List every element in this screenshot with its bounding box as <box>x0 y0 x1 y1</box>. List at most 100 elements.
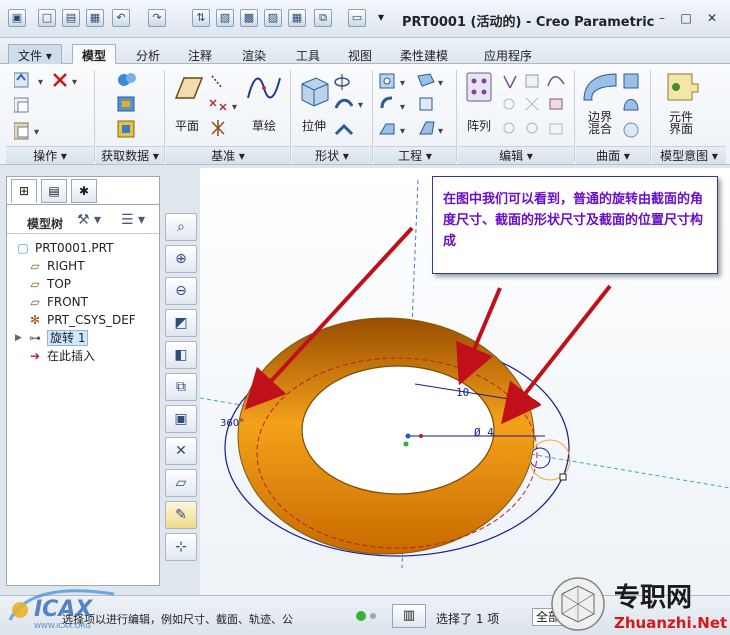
datum-group[interactable]: 基准 ▾ <box>166 146 290 164</box>
tab-render[interactable]: 渲染 <box>232 44 276 64</box>
dim-diameter[interactable]: Ø 4 <box>474 426 494 439</box>
folder-icon[interactable]: ▭ <box>348 9 366 27</box>
selection-count: 选择了 1 项 <box>436 612 500 626</box>
view-manager-icon[interactable]: ▣ <box>165 405 197 433</box>
engineering-group[interactable]: 工程 ▾ <box>374 146 456 164</box>
settings-icon[interactable]: ▨ <box>264 9 282 27</box>
editing-group[interactable]: 编辑 ▾ <box>458 146 574 164</box>
close-button[interactable]: ✕ <box>702 10 722 26</box>
boundary-blend-button[interactable]: 边界 混合 <box>578 70 622 135</box>
dim-angle[interactable]: 360° <box>220 418 244 429</box>
display-style-icon[interactable]: ◧ <box>165 341 197 369</box>
tree-item-csys[interactable]: ✻ PRT_CSYS_DEF <box>27 311 136 329</box>
tree-item-revolve[interactable]: ⊶ 旋转 1 <box>27 329 89 347</box>
redo-icon[interactable]: ↷ <box>148 9 166 27</box>
extend-icon <box>525 74 539 88</box>
svg-text:▾: ▾ <box>438 78 443 89</box>
views-icon[interactable]: ⧉ <box>314 9 332 27</box>
operations-tools[interactable]: ▾ ▾ ▾ <box>14 71 86 141</box>
svg-text:▾: ▾ <box>72 77 77 88</box>
dim-position[interactable]: 10 <box>456 386 469 399</box>
tab-view[interactable]: 视图 <box>338 44 382 64</box>
zoom-out-icon[interactable]: ⊖ <box>165 277 197 305</box>
favorites-tab[interactable]: ✱ <box>71 179 97 203</box>
datum-planes-display-icon[interactable]: ▱ <box>165 469 197 497</box>
folder-browser-tab[interactable]: ▤ <box>41 179 67 203</box>
customize-dropdown-icon[interactable]: ▾ <box>378 10 384 24</box>
undo-icon[interactable]: ↶ <box>112 9 130 27</box>
tree-item-right[interactable]: ▱ RIGHT <box>27 257 84 275</box>
get-data-tools[interactable] <box>116 71 140 141</box>
navigator-panel: ⊞ ▤ ✱ 模型树 ⚒ ▾ ☰ ▾ ▢ PRT0001.PRT ▱ RIGHT ▱ T… <box>6 176 160 586</box>
model-intent-group[interactable]: 模型意图 ▾ <box>652 146 726 164</box>
refit-icon[interactable]: ⌕ <box>165 213 197 241</box>
draft-icon <box>419 121 435 135</box>
window-title: PRT0001 (活动的) - Creo Parametric <box>402 15 655 30</box>
tab-tools[interactable]: 工具 <box>286 44 330 64</box>
freestyle-icon <box>623 122 639 138</box>
tree-item-front[interactable]: ▱ FRONT <box>27 293 88 311</box>
chamfer-icon <box>379 123 395 135</box>
surfaces-group[interactable]: 曲面 ▾ <box>576 146 650 164</box>
minimize-button[interactable]: – <box>652 10 672 26</box>
datum-plane-icon: ▱ <box>30 277 40 291</box>
tab-file[interactable]: 文件 ▾ <box>8 44 62 64</box>
spin-center-icon[interactable]: ⊹ <box>165 533 197 561</box>
model-tree-tab[interactable]: ⊞ <box>11 179 37 203</box>
menu-tabs: 文件 ▾ 模型 分析 注释 渲染 工具 视图 柔性建模 应用程序 ⌃ ⚲ ◉ ▾… <box>0 38 730 97</box>
annotation-display-icon[interactable]: ✎ <box>165 501 197 529</box>
part-icon: ▢ <box>17 241 29 255</box>
regenerate-icon[interactable]: ⇅ <box>192 9 210 27</box>
tab-model[interactable]: 模型 <box>72 44 117 64</box>
origin-point <box>403 441 409 447</box>
tab-flexible-modeling[interactable]: 柔性建模 <box>390 44 458 64</box>
close-window-icon[interactable]: ▩ <box>240 9 258 27</box>
windows-icon[interactable]: ▧ <box>216 9 234 27</box>
delete-icon <box>53 73 67 87</box>
graphics-toolbar: ⌕ ⊕ ⊖ ◩ ◧ ⧉ ▣ ✕ ▱ ✎ ⊹ <box>165 205 199 561</box>
expand-arrow-icon[interactable]: ▶ <box>15 333 22 343</box>
surface-tools[interactable] <box>622 72 644 140</box>
status-light-icon <box>356 611 366 621</box>
tree-item-insert-here[interactable]: ➔ 在此插入 <box>27 347 95 365</box>
plane-button[interactable]: 平面 <box>168 70 206 134</box>
tree-settings-icon[interactable]: ⚒ ▾ <box>77 212 101 228</box>
svg-text:▾: ▾ <box>438 126 443 137</box>
drag-handle[interactable] <box>559 473 567 481</box>
shape-tools[interactable]: ▾ <box>334 72 370 140</box>
restore-button[interactable]: □ <box>676 10 696 26</box>
saved-views-icon[interactable]: ⧉ <box>165 373 197 401</box>
sketch-button[interactable]: 草绘 <box>244 70 284 134</box>
hole-icon <box>379 73 395 89</box>
regenerate-icon <box>14 72 29 88</box>
svg-text:▾: ▾ <box>400 78 405 89</box>
extrude-button[interactable]: 拉伸 <box>294 70 334 134</box>
save-icon[interactable]: ▦ <box>86 9 104 27</box>
plane-label: 平面 <box>174 119 199 133</box>
component-interface-button[interactable]: 元件 界面 <box>656 70 706 135</box>
repaint-icon[interactable]: ◩ <box>165 309 197 337</box>
get-data-group[interactable]: 获取数据 ▾ <box>96 146 164 164</box>
zoom-in-icon[interactable]: ⊕ <box>165 245 197 273</box>
datum-tools[interactable]: ▾ <box>208 72 242 140</box>
open-folder-icon[interactable]: ▤ <box>62 9 80 27</box>
tab-analysis[interactable]: 分析 <box>126 44 170 64</box>
offset-icon <box>547 76 565 87</box>
new-file-icon[interactable]: □ <box>38 9 56 27</box>
tree-item-top[interactable]: ▱ TOP <box>27 275 71 293</box>
tab-applications[interactable]: 应用程序 <box>474 44 542 64</box>
tab-annotate[interactable]: 注释 <box>178 44 222 64</box>
datum-display-icon[interactable]: ✕ <box>165 437 197 465</box>
csys-icon <box>211 120 225 136</box>
pattern-button[interactable]: 阵列 <box>462 70 496 134</box>
center-point <box>419 434 423 438</box>
tree-item-part[interactable]: ▢ PRT0001.PRT <box>15 239 113 257</box>
tree-columns-icon[interactable]: ☰ ▾ <box>121 212 145 228</box>
engineering-tools[interactable]: ▾ ▾ ▾ ▾ ▾ <box>378 72 452 140</box>
display-icon[interactable]: ▦ <box>288 9 306 27</box>
shapes-group[interactable]: 形状 ▾ <box>292 146 372 164</box>
svg-text:▾: ▾ <box>358 100 363 111</box>
editing-tools[interactable] <box>500 72 570 140</box>
operations-group[interactable]: 操作 ▾ <box>6 146 94 164</box>
smart-selection-icon[interactable]: ▥ <box>392 604 426 628</box>
